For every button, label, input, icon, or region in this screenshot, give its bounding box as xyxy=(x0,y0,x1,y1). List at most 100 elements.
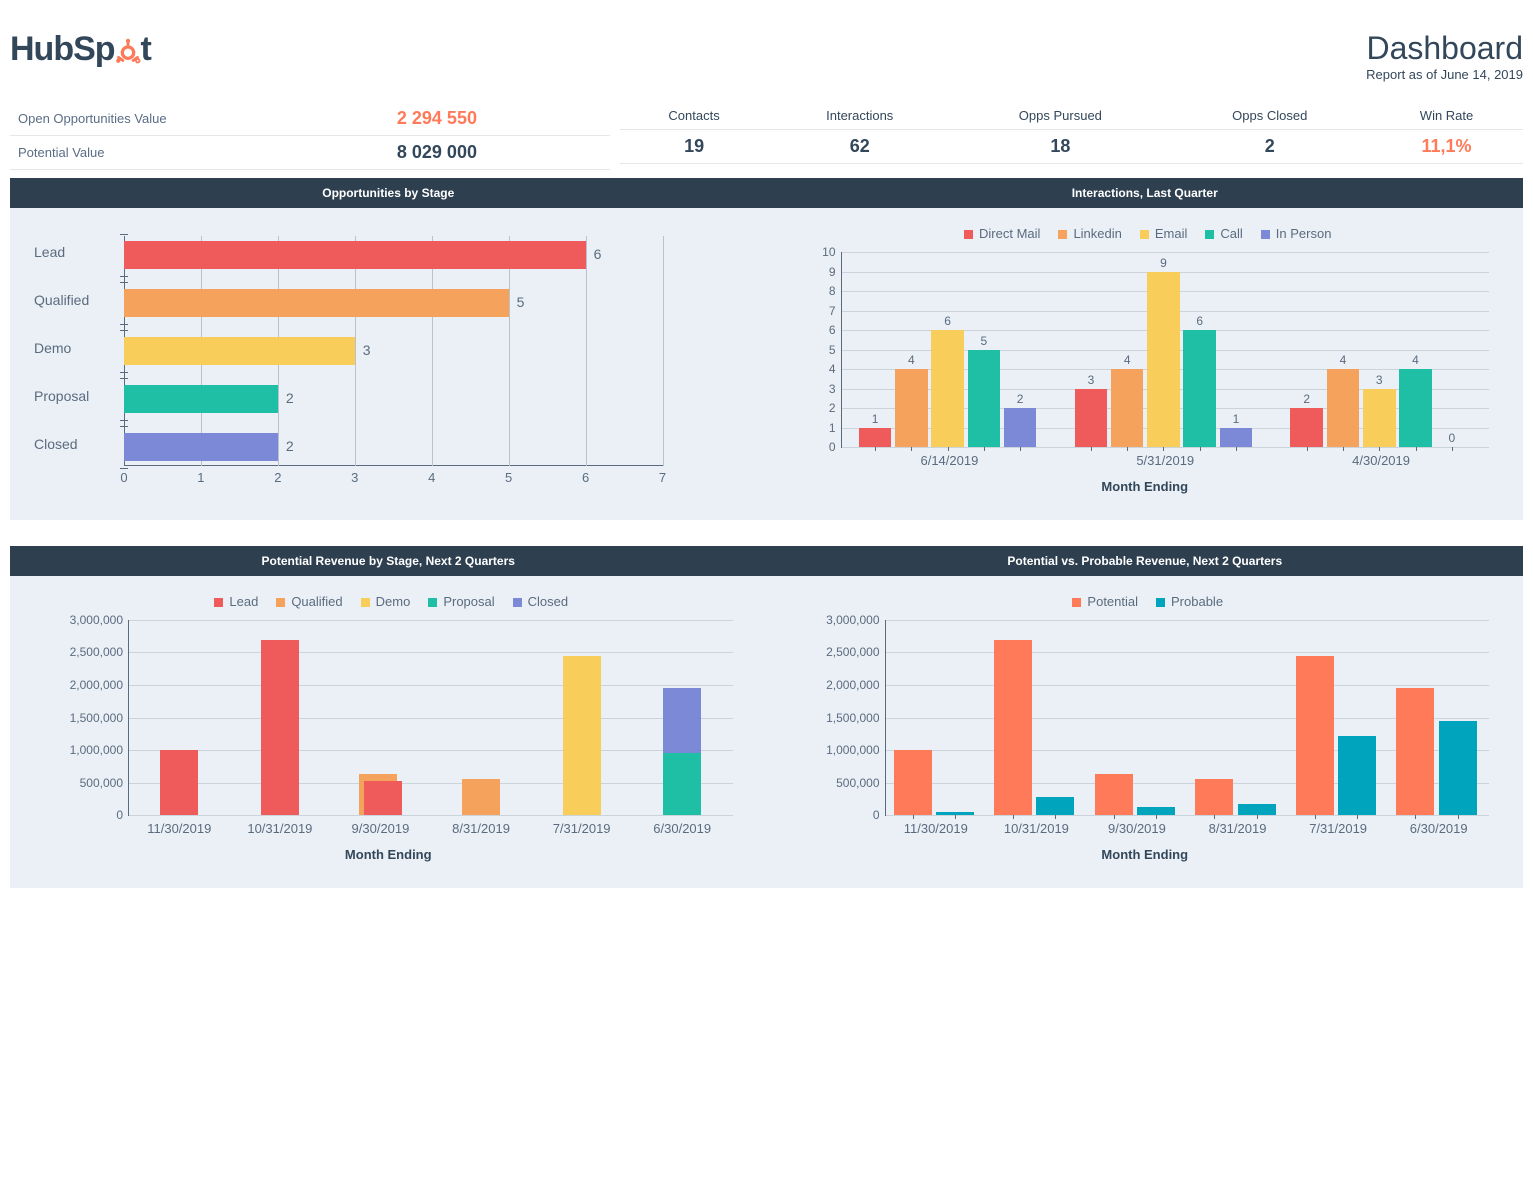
bar-value: 4 xyxy=(899,353,923,367)
bar xyxy=(1290,408,1323,447)
panel-rev-stage: Potential Revenue by Stage, Next 2 Quart… xyxy=(10,546,767,888)
bar xyxy=(462,779,500,815)
legend-item: Linkedin xyxy=(1052,226,1121,241)
bar xyxy=(1238,804,1276,815)
bar xyxy=(261,640,299,816)
legend-item: Qualified xyxy=(270,594,342,609)
x-tick-label: 7/31/2019 xyxy=(553,815,611,836)
kpi-potential-value: Potential Value 8 029 000 xyxy=(10,136,610,170)
bar xyxy=(124,385,278,413)
bar-value: 3 xyxy=(1079,373,1103,387)
legend-item: Direct Mail xyxy=(958,226,1040,241)
legend-item: Probable xyxy=(1150,594,1223,609)
bar xyxy=(1036,797,1074,815)
panel-title: Potential vs. Probable Revenue, Next 2 Q… xyxy=(767,546,1524,576)
x-tick-label: 6/30/2019 xyxy=(1410,815,1468,836)
kpi-value: 2 294 550 xyxy=(389,102,610,136)
bar-value: 2 xyxy=(286,438,294,454)
panel-pot-vs-prob: Potential vs. Probable Revenue, Next 2 Q… xyxy=(767,546,1524,888)
legend-item: Call xyxy=(1199,226,1242,241)
logo-text-a: HubSp xyxy=(10,30,115,69)
bar-value: 1 xyxy=(863,412,887,426)
opps-by-stage-chart: 01234567 Lead6Qualified5Demo3Proposal2Cl… xyxy=(34,226,743,496)
bar-value: 6 xyxy=(936,314,960,328)
x-tick-label: 7/31/2019 xyxy=(1309,815,1367,836)
x-tick-label: 6/14/2019 xyxy=(920,447,978,468)
panel-title: Interactions, Last Quarter xyxy=(767,178,1524,208)
category-label: Qualified xyxy=(34,292,118,308)
kpi-col-value: 11,1% xyxy=(1370,130,1523,164)
legend-item: Potential xyxy=(1066,594,1138,609)
bar xyxy=(1111,369,1144,447)
bar-value: 9 xyxy=(1151,256,1175,270)
kpi-headers: ContactsInteractionsOpps PursuedOpps Clo… xyxy=(620,102,1523,130)
bar xyxy=(563,656,601,815)
panel-title: Potential Revenue by Stage, Next 2 Quart… xyxy=(10,546,767,576)
kpi-value: 8 029 000 xyxy=(389,136,610,170)
legend: Potential Probable xyxy=(791,594,1500,615)
bar-value: 5 xyxy=(972,334,996,348)
bar-value: 0 xyxy=(1440,431,1464,445)
bar-value: 5 xyxy=(517,294,525,310)
bar xyxy=(1296,656,1334,815)
bar xyxy=(1147,272,1180,448)
legend-item: Proposal xyxy=(422,594,494,609)
pot-vs-prob-chart: PotentialProbable 0500,0001,000,0001,500… xyxy=(791,594,1500,864)
category-label: Proposal xyxy=(34,388,118,404)
bar xyxy=(160,750,198,815)
kpi-col-header: Interactions xyxy=(768,102,951,130)
report-date: Report as of June 14, 2019 xyxy=(1366,67,1523,82)
legend: LeadQualifiedDemoProposalClosed xyxy=(34,594,743,615)
kpi-col-value: 18 xyxy=(951,130,1169,164)
legend-item: Lead xyxy=(208,594,258,609)
category-label: Lead xyxy=(34,244,118,260)
panel-title: Opportunities by Stage xyxy=(10,178,767,208)
x-axis-title: Month Ending xyxy=(791,847,1500,862)
bar xyxy=(1399,369,1432,447)
kpi-left: Open Opportunities Value 2 294 550 Poten… xyxy=(10,102,610,170)
x-tick-label: 8/31/2019 xyxy=(452,815,510,836)
title-block: Dashboard Report as of June 14, 2019 xyxy=(1366,30,1523,82)
hubspot-logo: HubSp t xyxy=(10,30,151,69)
legend-item: Closed xyxy=(507,594,568,609)
kpi-col-header: Opps Pursued xyxy=(951,102,1169,130)
x-tick-label: 6/30/2019 xyxy=(653,815,711,836)
x-tick-label: 5/31/2019 xyxy=(1136,447,1194,468)
bar xyxy=(859,428,892,448)
bar xyxy=(1137,807,1175,815)
bar xyxy=(1396,688,1434,815)
x-tick-label: 11/30/2019 xyxy=(147,815,211,836)
bar xyxy=(894,750,932,815)
logo-text-b: t xyxy=(141,30,151,69)
bar xyxy=(895,369,928,447)
kpi-col-header: Win Rate xyxy=(1370,102,1523,130)
x-axis-title: Month Ending xyxy=(791,479,1500,494)
bar xyxy=(663,753,701,815)
x-tick-label: 9/30/2019 xyxy=(1108,815,1166,836)
page-title: Dashboard xyxy=(1366,30,1523,67)
bar-value: 4 xyxy=(1404,353,1428,367)
bar xyxy=(1095,774,1133,815)
category-label: Closed xyxy=(34,436,118,452)
legend-item: In Person xyxy=(1255,226,1332,241)
kpi-col-header: Contacts xyxy=(620,102,768,130)
interactions-chart: Direct Mail Linkedin Email Call In Person 0 1… xyxy=(791,226,1500,496)
top-panels: Opportunities by Stage 01234567 Lead6Qua… xyxy=(10,178,1523,520)
bar-value: 3 xyxy=(363,342,371,358)
bar xyxy=(1075,389,1108,448)
bar xyxy=(1439,721,1477,815)
header: HubSp t Dashboard Report as of June 14, … xyxy=(10,20,1523,102)
bar xyxy=(1004,408,1037,447)
bar xyxy=(994,640,1032,816)
bar xyxy=(1338,736,1376,815)
bar-value: 4 xyxy=(1331,353,1355,367)
x-axis-title: Month Ending xyxy=(34,847,743,862)
category-label: Demo xyxy=(34,340,118,356)
kpi-right: ContactsInteractionsOpps PursuedOpps Clo… xyxy=(620,102,1523,170)
kpi-open-opps: Open Opportunities Value 2 294 550 xyxy=(10,102,610,136)
bar xyxy=(931,330,964,447)
bottom-panels: Potential Revenue by Stage, Next 2 Quart… xyxy=(10,546,1523,888)
bar xyxy=(1363,389,1396,448)
bar xyxy=(124,337,355,365)
legend-item: Email xyxy=(1134,226,1188,241)
